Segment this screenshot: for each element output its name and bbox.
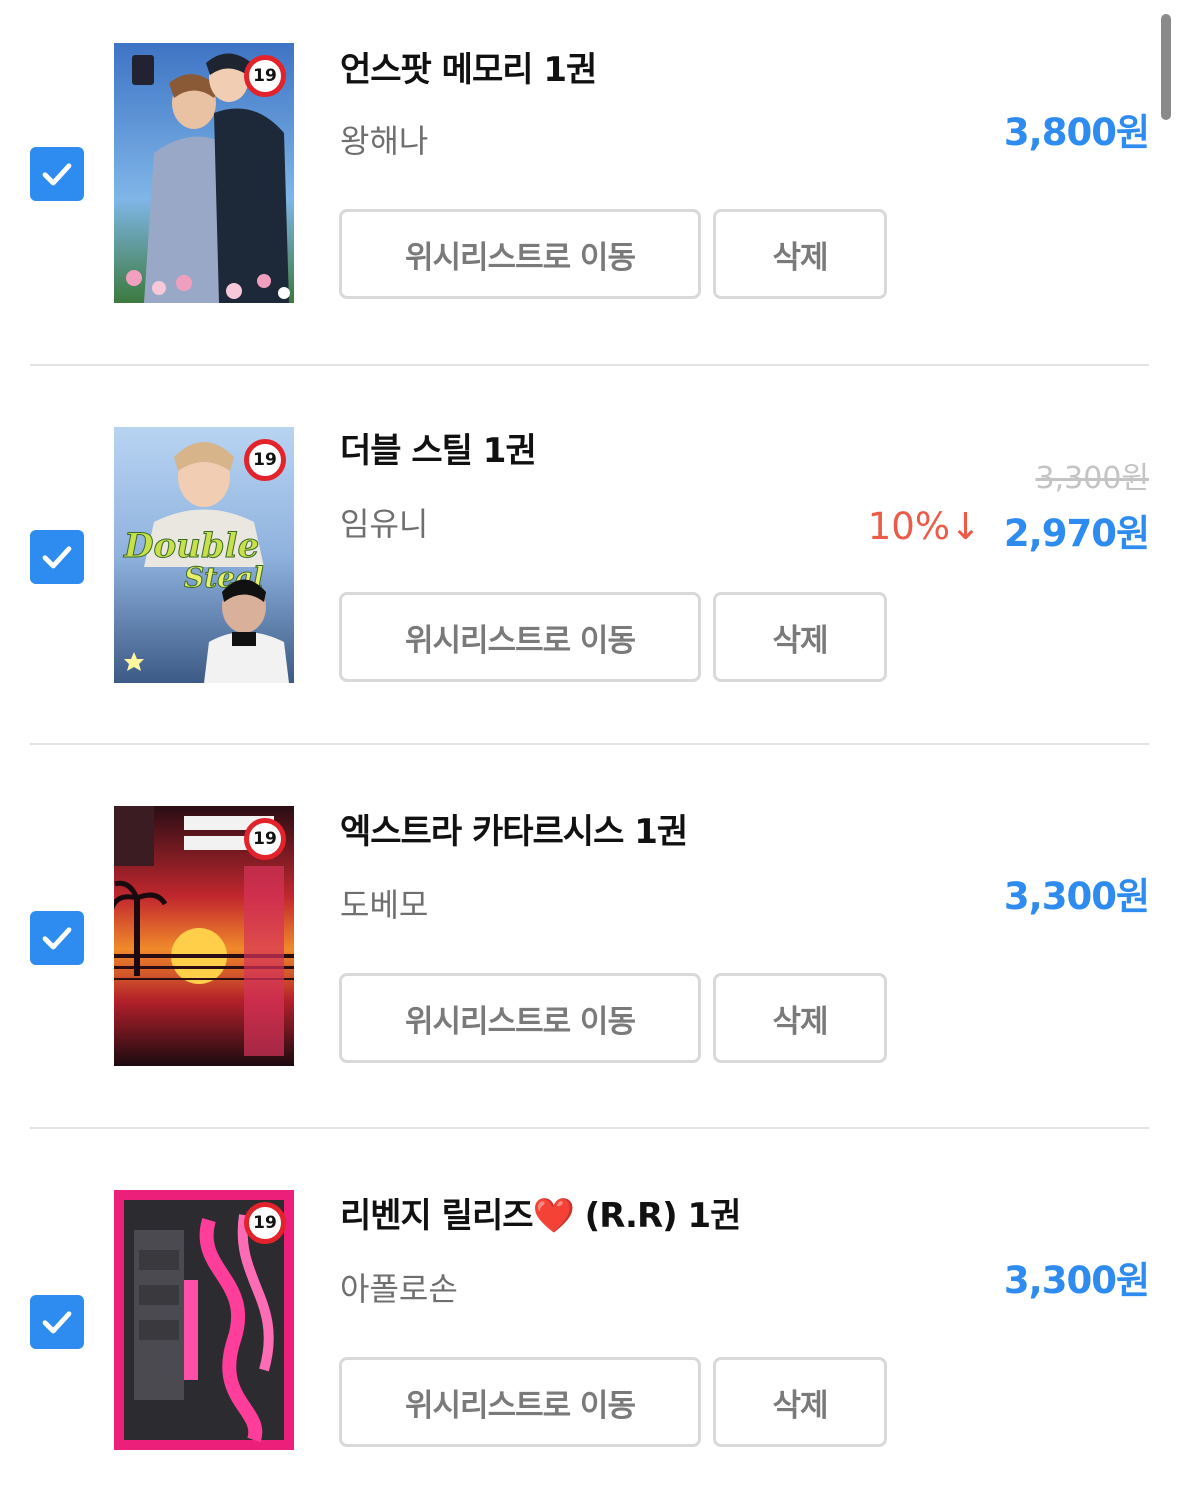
book-price: 2,970원 xyxy=(1003,512,1150,555)
delete-button[interactable]: 삭제 xyxy=(713,209,887,299)
item-checkbox[interactable] xyxy=(30,1295,84,1349)
book-cover[interactable]: Double Steal 19 xyxy=(114,427,294,683)
delete-button[interactable]: 삭제 xyxy=(713,592,887,682)
book-cover[interactable]: 19 xyxy=(114,43,294,303)
svg-text:Double: Double xyxy=(123,526,259,566)
book-cover[interactable]: 19 xyxy=(114,1190,294,1450)
book-price: 3,800원 xyxy=(1003,111,1150,154)
book-author: 임유니 xyxy=(340,505,429,543)
age-badge: 19 xyxy=(244,439,286,481)
move-to-wishlist-button[interactable]: 위시리스트로 이동 xyxy=(339,1357,701,1447)
book-author: 왕해나 xyxy=(340,122,429,160)
checkmark-icon xyxy=(42,163,72,186)
delete-button[interactable]: 삭제 xyxy=(713,1357,887,1447)
move-to-wishlist-button[interactable]: 위시리스트로 이동 xyxy=(339,973,701,1063)
discount-rate: 10%↓ xyxy=(867,505,981,548)
cart-item: 19 엑스트라 카타르시스 1권 도베모 3,300원 위시리스트로 이동 삭제 xyxy=(0,764,1179,1147)
item-checkbox[interactable] xyxy=(30,911,84,965)
move-to-wishlist-button[interactable]: 위시리스트로 이동 xyxy=(339,209,701,299)
book-title[interactable]: 엑스트라 카타르시스 1권 xyxy=(340,804,688,853)
checkmark-icon xyxy=(42,1311,72,1334)
divider xyxy=(30,364,1149,366)
cart-item: 19 리벤지 릴리즈❤️ (R.R) 1권 아폴로손 3,300원 위시리스트로… xyxy=(0,1148,1179,1485)
item-checkbox[interactable] xyxy=(30,530,84,584)
item-checkbox[interactable] xyxy=(30,147,84,201)
original-price: 3,300원 xyxy=(1035,461,1149,496)
age-badge: 19 xyxy=(244,818,286,860)
book-title[interactable]: 리벤지 릴리즈❤️ (R.R) 1권 xyxy=(340,1188,741,1237)
move-to-wishlist-button[interactable]: 위시리스트로 이동 xyxy=(339,592,701,682)
divider xyxy=(30,743,1149,745)
book-price: 3,300원 xyxy=(1003,875,1150,918)
delete-button[interactable]: 삭제 xyxy=(713,973,887,1063)
cart-item: Double Steal 19 더블 스틸 1권 임유니 3,300원 10%↓… xyxy=(0,383,1179,766)
age-badge: 19 xyxy=(244,55,286,97)
scrollbar[interactable] xyxy=(1161,14,1171,120)
book-title[interactable]: 언스팟 메모리 1권 xyxy=(340,42,597,91)
book-author: 아폴로손 xyxy=(340,1270,458,1308)
checkmark-icon xyxy=(42,927,72,950)
book-price: 3,300원 xyxy=(1003,1259,1150,1302)
checkmark-icon xyxy=(42,546,72,569)
divider xyxy=(30,1127,1149,1129)
age-badge: 19 xyxy=(244,1202,286,1244)
book-author: 도베모 xyxy=(340,886,429,924)
book-cover[interactable]: 19 xyxy=(114,806,294,1066)
cart-item: 19 언스팟 메모리 1권 왕해나 3,800원 위시리스트로 이동 삭제 xyxy=(0,0,1179,383)
book-title[interactable]: 더블 스틸 1권 xyxy=(340,423,537,472)
